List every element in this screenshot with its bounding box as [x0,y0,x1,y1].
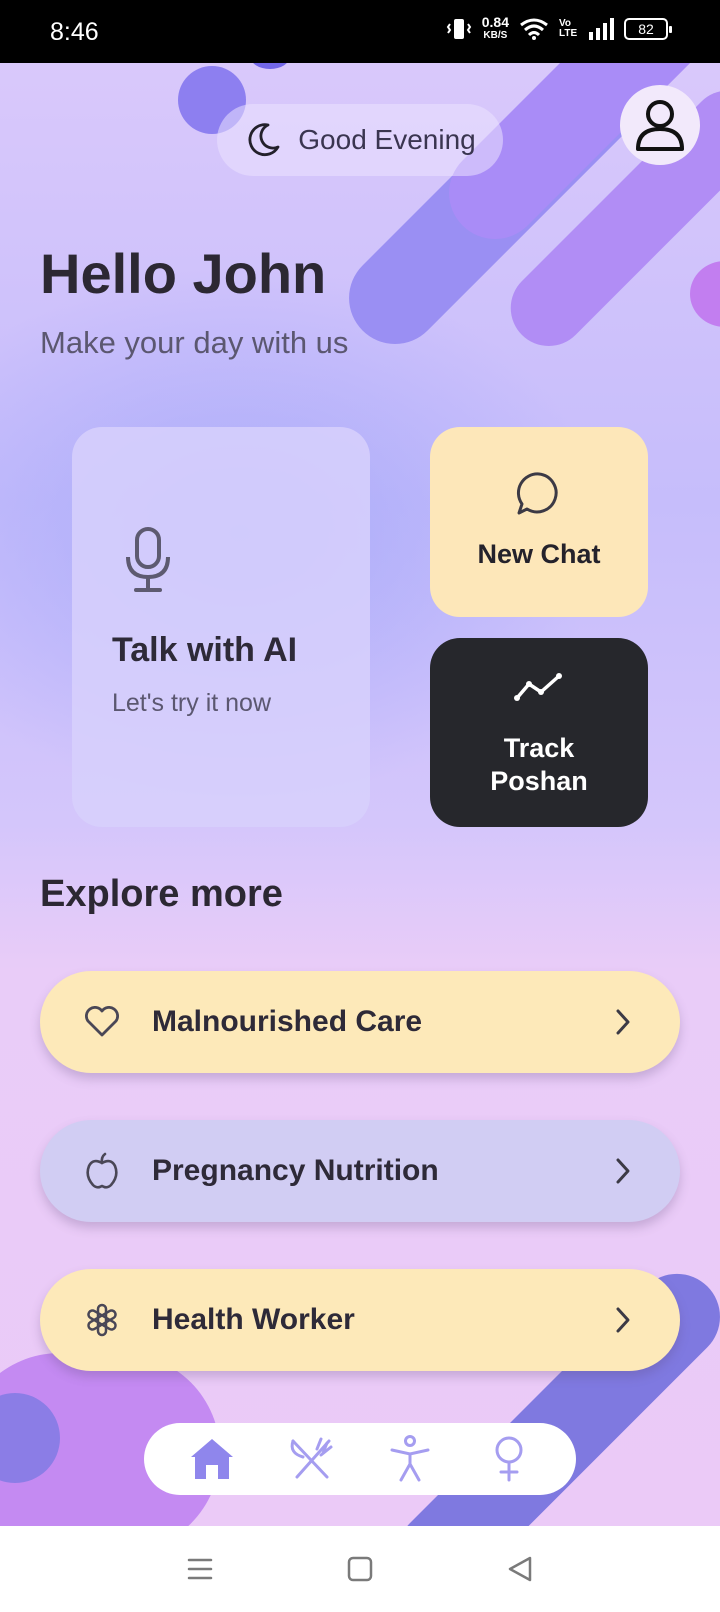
home-icon [190,1439,233,1479]
fork-knife-icon [290,1437,332,1479]
clock: 8:46 [50,18,99,46]
talk-with-ai-card[interactable]: Talk with AI Let's try it now [72,427,370,827]
health-worker-item[interactable]: Health Worker [40,1269,680,1371]
tab-women[interactable] [481,1431,537,1487]
malnourished-care-item[interactable]: Malnourished Care [40,971,680,1073]
decor-blob [250,63,290,69]
decor-blob [690,261,720,327]
apple-icon [86,1152,118,1189]
chat-bubble-icon [516,472,558,515]
moon-icon [248,123,280,157]
trend-line-icon [514,673,562,701]
user-icon [636,100,684,151]
greeting-text: Good Evening [298,124,476,155]
track-poshan-label: Track Poshan [490,733,588,796]
pregnancy-nutrition-item[interactable]: Pregnancy Nutrition [40,1120,680,1222]
chevron-right-icon [616,1009,630,1035]
tab-nutrition[interactable] [283,1431,339,1487]
status-icons: 0.84 KB/S Vo LTE 82 [446,14,672,42]
bottom-tab-bar [144,1423,576,1495]
asterisk-icon [87,1303,117,1337]
profile-button[interactable] [620,85,700,165]
microphone-icon [126,527,170,592]
home-nav-icon[interactable] [346,1555,374,1583]
new-chat-button[interactable]: New Chat [430,427,648,617]
page-title: Hello John [40,242,327,305]
item-label: Malnourished Care [152,1005,423,1038]
talk-subtitle: Let's try it now [112,689,271,717]
person-icon [390,1435,429,1482]
back-icon[interactable] [506,1555,534,1583]
tab-activity[interactable] [382,1431,438,1487]
female-icon [495,1436,522,1482]
item-label: Pregnancy Nutrition [152,1154,439,1187]
track-poshan-button[interactable]: Track Poshan [430,638,648,827]
page-subtitle: Make your day with us [40,325,349,360]
volte-label: Vo LTE [559,18,578,39]
home-screen: Good Evening Hello John Make your day wi… [0,63,720,1526]
tab-home[interactable] [184,1431,240,1487]
talk-title: Talk with AI [112,631,298,669]
section-title: Explore more [40,873,283,915]
item-label: Health Worker [152,1303,355,1336]
heart-icon [85,1006,119,1037]
chevron-right-icon [616,1158,630,1184]
greeting-pill: Good Evening [217,104,503,176]
new-chat-label: New Chat [477,539,601,569]
system-nav-bar [0,1526,720,1612]
battery-icon: 82 [624,18,672,40]
recent-apps-icon[interactable] [186,1556,214,1582]
signal-icon [589,18,614,40]
vibrate-icon [446,19,471,39]
net-speed: 0.84 KB/S [481,14,509,41]
status-bar: 8:46 0.84 KB/S Vo LTE 82 [0,0,720,63]
wifi-icon [520,18,548,40]
chevron-right-icon [616,1307,630,1333]
